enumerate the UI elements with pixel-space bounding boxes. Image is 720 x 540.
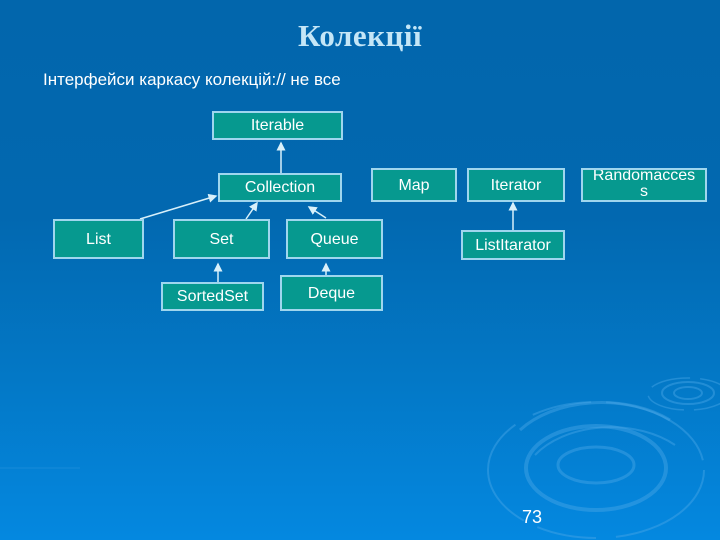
- node-iterable-label: Iterable: [250, 117, 305, 134]
- slide: Колекції Інтерфейси каркасу колекцій:// …: [0, 0, 720, 540]
- node-collection: Collection: [218, 173, 342, 202]
- edge-list-collection: [139, 193, 218, 220]
- page-number: 73: [522, 507, 543, 527]
- node-deque-label: Deque: [307, 284, 356, 302]
- node-sortedset-label: SortedSet: [176, 288, 249, 305]
- diagram-edges: [139, 141, 518, 282]
- node-map-label: Map: [398, 176, 430, 194]
- edge-set-collection: [245, 201, 258, 220]
- node-map: Map: [371, 168, 457, 202]
- node-listiterator-label: ListItarator: [475, 236, 551, 254]
- node-collection-label: Collection: [244, 179, 316, 196]
- node-listiterator: ListItarator: [461, 230, 565, 260]
- node-set: Set: [173, 219, 270, 259]
- node-iterator: Iterator: [467, 168, 565, 202]
- node-iterable: Iterable: [212, 111, 343, 140]
- node-queue: Queue: [286, 219, 383, 259]
- node-set-label: Set: [209, 230, 234, 248]
- edge-queue-collection: [307, 206, 327, 219]
- node-sortedset: SortedSet: [161, 282, 264, 311]
- node-deque: Deque: [280, 275, 383, 311]
- node-list: List: [53, 219, 144, 259]
- node-iterator-label: Iterator: [490, 176, 542, 194]
- node-randomaccess: Randomaccess: [581, 168, 707, 202]
- node-list-label: List: [86, 230, 111, 248]
- node-randomaccess-label: Randomaccess: [592, 168, 696, 200]
- node-queue-label: Queue: [310, 230, 359, 248]
